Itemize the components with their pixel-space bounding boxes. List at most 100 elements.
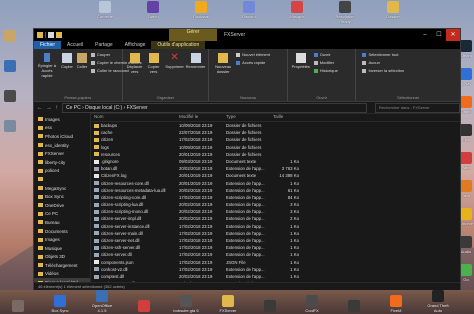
up-arrow-icon[interactable]: ↑ <box>55 105 58 111</box>
move-to-button[interactable]: Déplacer vers <box>126 53 144 74</box>
table-row[interactable]: .gitignore 09/03/2018 23:19 Document texte… <box>91 158 460 165</box>
tab-accueil[interactable]: Accueil <box>61 41 89 49</box>
taskbar-item[interactable]: bobsuite gta 5 <box>172 295 200 313</box>
column-header-size[interactable]: Taille <box>270 113 299 121</box>
table-row[interactable]: citizen-ssh-server.dll 17/02/2018 23:19 Ex… <box>91 244 460 251</box>
nav-pane-item[interactable]: Musique <box>34 244 90 253</box>
nav-pane-item[interactable]: esx_identity <box>34 141 90 150</box>
taskbar-item[interactable] <box>130 300 158 313</box>
search-input[interactable]: Rechercher dans : FXServer <box>375 102 460 113</box>
table-row[interactable]: cache 22/07/2018 23:19 Dossier de fichiers <box>91 129 460 136</box>
nav-pane-item[interactable]: Images <box>34 115 90 124</box>
nav-pane-item[interactable]: liberty-city <box>34 158 90 167</box>
table-row[interactable]: botan.dll 20/02/2018 23:19 Extension de l'… <box>91 165 460 172</box>
column-header-name[interactable]: Nom <box>91 113 176 121</box>
table-row[interactable]: citizen-scripting-core.dll 17/02/2018 23:… <box>91 194 460 201</box>
nav-pane-item[interactable]: MegaSync <box>34 184 90 193</box>
table-row[interactable]: conhost-v2.dll 17/02/2018 23:19 Extension … <box>91 266 460 273</box>
taskbar-item[interactable]: FXServer <box>214 295 242 313</box>
taskbar-item[interactable]: Box Sync <box>46 295 74 313</box>
history-button[interactable]: Historique <box>313 68 338 73</box>
taskbar-item[interactable] <box>4 300 32 313</box>
table-row[interactable]: logs 10/09/2018 23:19 Dossier de fichiers <box>91 144 460 151</box>
taskbar-item[interactable]: Grand Theft Auto <box>424 290 452 313</box>
nav-pane-item[interactable]: Téléchargement <box>34 261 90 270</box>
maximize-button[interactable]: ☐ <box>432 29 446 41</box>
nav-pane-item[interactable]: Box Sync <box>34 192 90 201</box>
desktop-icon[interactable]: Discord <box>234 1 264 19</box>
nav-pane-item[interactable]: police4 <box>34 167 90 176</box>
table-row[interactable]: citizen-resources-core.dll 20/01/2019 23:… <box>91 180 460 187</box>
taskbar-item[interactable] <box>340 300 368 313</box>
desktop-icon[interactable]: Dossier <box>378 1 408 19</box>
desktop-icon[interactable]: Résolution Ready <box>330 1 360 24</box>
desktop-icon[interactable] <box>2 120 18 133</box>
table-row[interactable]: citizen-resources-metadata-lua.dll 20/02/… <box>91 187 460 194</box>
pin-quick-access-button[interactable]: Épingler à Accès rapide <box>36 53 58 78</box>
taskbar-item[interactable] <box>256 300 284 313</box>
new-folder-button[interactable]: Nouveau dossier <box>212 53 234 74</box>
table-row[interactable]: citizen-server.dll 17/02/2018 23:19 Extens… <box>91 251 460 258</box>
forward-arrow-icon[interactable]: → <box>46 105 52 111</box>
table-row[interactable]: citizen-scripting-lua.dll 20/02/2018 23:1… <box>91 201 460 208</box>
invert-selection-button[interactable]: Inverser la sélection <box>362 68 404 73</box>
desktop-icon[interactable] <box>2 90 18 103</box>
nav-pane-item[interactable]: OneDrive <box>34 201 90 210</box>
quick-access-button[interactable]: Accès rapide <box>236 60 265 65</box>
minimize-button[interactable]: – <box>418 29 432 41</box>
nav-pane-item[interactable]: Photos iCloud <box>34 132 90 141</box>
desktop-icon[interactable] <box>2 60 18 73</box>
table-row[interactable]: CitizenFX.log 20/01/2019 23:19 Document te… <box>91 172 460 179</box>
tab-partage[interactable]: Partage <box>89 41 119 49</box>
table-row[interactable]: resources 20/01/2019 23:19 Dossier de fich… <box>91 151 460 158</box>
desktop-icon[interactable]: Twitch <box>138 1 168 19</box>
select-all-button[interactable]: Sélectionner tout <box>362 52 399 57</box>
column-header-modified[interactable]: Modifié le <box>176 113 223 121</box>
table-row[interactable]: citizen 17/02/2018 23:19 Dossier de fichie… <box>91 136 460 143</box>
paste-button[interactable]: Coller <box>75 53 89 69</box>
properties-button[interactable]: Propriétés <box>290 53 312 69</box>
nav-pane-item[interactable]: Images <box>34 235 90 244</box>
desktop-icon[interactable] <box>2 30 18 43</box>
nav-pane-item[interactable]: esx <box>34 124 90 133</box>
table-row[interactable]: citizen-scripting-mono.dll 20/02/2018 23:… <box>91 208 460 215</box>
table-row[interactable]: citizen-server-net.dll 17/02/2018 23:19 Ex… <box>91 237 460 244</box>
table-row[interactable]: citizen-server-main.dll 17/02/2018 23:19 E… <box>91 230 460 237</box>
modify-button[interactable]: Modifier <box>313 60 334 65</box>
desktop-icon[interactable]: Musique <box>282 1 312 19</box>
taskbar-item[interactable]: OpenOffice 4.1.5 <box>88 290 116 313</box>
table-row[interactable]: comptest.dll 20/02/2018 23:19 Extension de… <box>91 273 460 280</box>
copy-button[interactable]: Copier <box>60 53 74 69</box>
table-row[interactable]: citizen-server-instance.dll 17/02/2018 23… <box>91 223 460 230</box>
taskbar-item[interactable]: CoolFX <box>298 295 326 313</box>
back-arrow-icon[interactable]: ← <box>37 105 43 111</box>
tab-affichage[interactable]: Affichage <box>119 41 152 49</box>
column-header-type[interactable]: Type <box>223 113 270 121</box>
close-button[interactable]: ✕ <box>446 29 460 41</box>
folder-icon[interactable] <box>37 32 43 38</box>
nav-pane-item[interactable]: Ce PC <box>34 210 90 219</box>
properties-icon[interactable] <box>48 32 54 38</box>
breadcrumb[interactable]: Ce PC › Disque local (C:) › FXServer <box>62 102 367 113</box>
table-row[interactable]: components.json 17/02/2018 23:19 JSON File… <box>91 259 460 266</box>
new-item-button[interactable]: Nouvel élément <box>236 52 270 57</box>
nav-pane-item[interactable] <box>34 175 90 184</box>
select-none-button[interactable]: Aucun <box>362 60 380 65</box>
desktop-icon[interactable]: Rockstar <box>186 1 216 19</box>
table-row[interactable]: citizen-server-impl.dll 20/02/2018 23:19 E… <box>91 215 460 222</box>
nav-pane-item[interactable]: Vidéos <box>34 270 90 279</box>
tab-outils-application[interactable]: Outils d'application <box>151 41 206 49</box>
taskbar-item[interactable]: FiveM <box>382 295 410 313</box>
delete-button[interactable]: ✕ Supprimer <box>165 53 185 70</box>
cut-button[interactable]: Couper <box>91 52 110 57</box>
desktop-icon[interactable]: Corbeille <box>90 1 120 19</box>
table-row[interactable]: backups 10/09/2018 23:19 Dossier de fichie… <box>91 122 460 129</box>
rename-button[interactable]: Renommer <box>186 53 206 69</box>
new-folder-icon[interactable] <box>56 32 62 38</box>
copy-to-button[interactable]: Copier vers <box>145 53 163 74</box>
nav-pane-item[interactable]: FXServer <box>34 149 90 158</box>
nav-pane-item[interactable]: Bureau <box>34 218 90 227</box>
manage-context-tab[interactable]: Gérer <box>169 29 217 41</box>
tab-fichier[interactable]: Fichier <box>34 41 62 49</box>
nav-pane-item[interactable]: Documents <box>34 227 90 236</box>
